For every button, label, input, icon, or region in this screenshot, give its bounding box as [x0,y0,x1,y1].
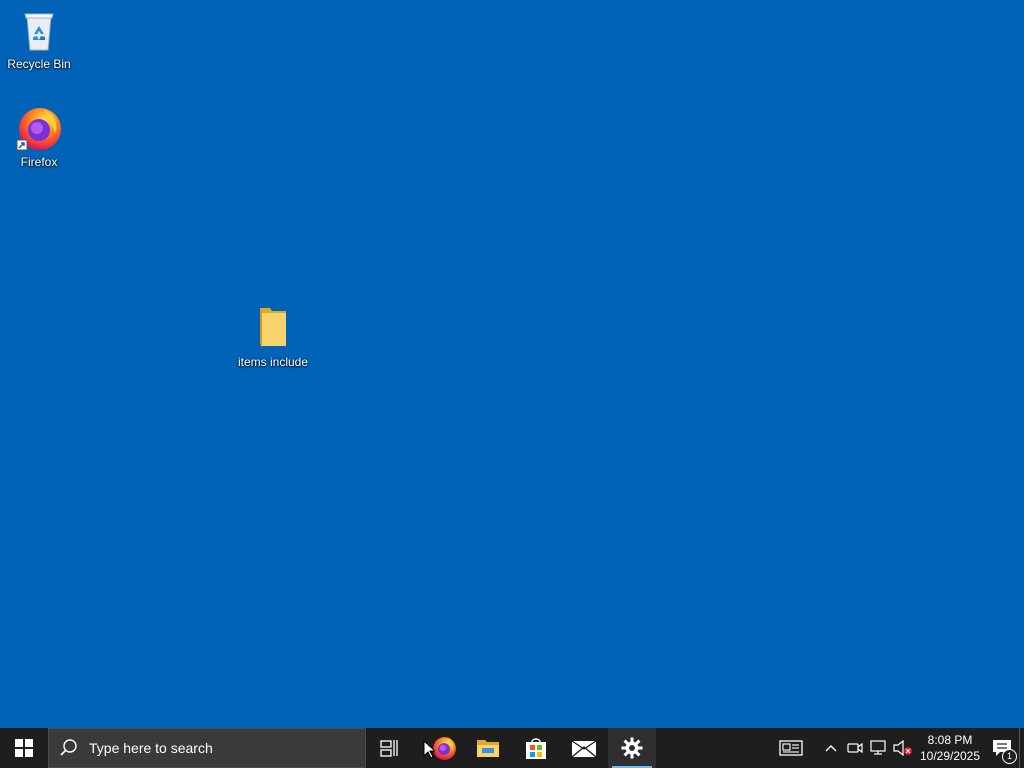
desktop-icon-recycle-bin[interactable]: Recycle Bin [1,6,77,71]
search-placeholder: Type here to search [89,740,213,756]
show-desktop-button[interactable] [1019,728,1024,768]
task-view-button[interactable] [366,728,414,768]
desktop[interactable]: Recycle Bin Firefox items include [0,0,1024,728]
desktop-icon-label: Recycle Bin [7,57,71,71]
store-icon [526,738,546,759]
notification-count-badge: 1 [1002,749,1017,764]
volume-muted-icon [893,740,912,756]
desktop-icon-folder[interactable]: items include [234,304,312,369]
network-button[interactable] [867,728,891,768]
show-hidden-icons-button[interactable] [819,728,843,768]
desktop-icon-firefox[interactable]: Firefox [1,104,77,169]
taskbar-store-button[interactable] [512,728,560,768]
chevron-up-icon [825,745,837,752]
volume-button[interactable] [891,728,915,768]
camera-icon [847,742,863,754]
meet-now-button[interactable] [843,728,867,768]
search-icon [60,739,77,756]
clock-time: 8:08 PM [927,733,973,747]
start-button[interactable] [0,728,48,768]
taskbar: Type here to search 8:08 PM 10/29/2025 1 [0,728,1024,768]
network-icon [870,740,886,755]
taskbar-settings-button[interactable] [608,728,656,768]
clock-date: 10/29/2025 [919,749,981,763]
taskbar-clock[interactable]: 8:08 PM 10/29/2025 [915,728,985,768]
mail-icon [571,740,597,758]
action-center-button[interactable]: 1 [985,728,1019,768]
file-explorer-icon [477,740,499,757]
mouse-pointer-icon [423,740,435,759]
desktop-icon-label: items include [237,355,309,369]
windows-logo-icon [15,739,33,757]
folder-icon [249,304,297,352]
task-view-icon [380,740,398,757]
taskbar-file-explorer-button[interactable] [464,728,512,768]
news-widget-button[interactable] [769,728,813,768]
firefox-icon [15,104,63,152]
system-tray: 8:08 PM 10/29/2025 1 [769,728,1024,768]
desktop-icon-label: Firefox [20,155,58,169]
taskbar-mail-button[interactable] [560,728,608,768]
taskbar-search-box[interactable]: Type here to search [48,728,366,768]
news-icon [779,740,803,756]
settings-icon [621,737,643,759]
recycle-bin-icon [15,6,63,54]
